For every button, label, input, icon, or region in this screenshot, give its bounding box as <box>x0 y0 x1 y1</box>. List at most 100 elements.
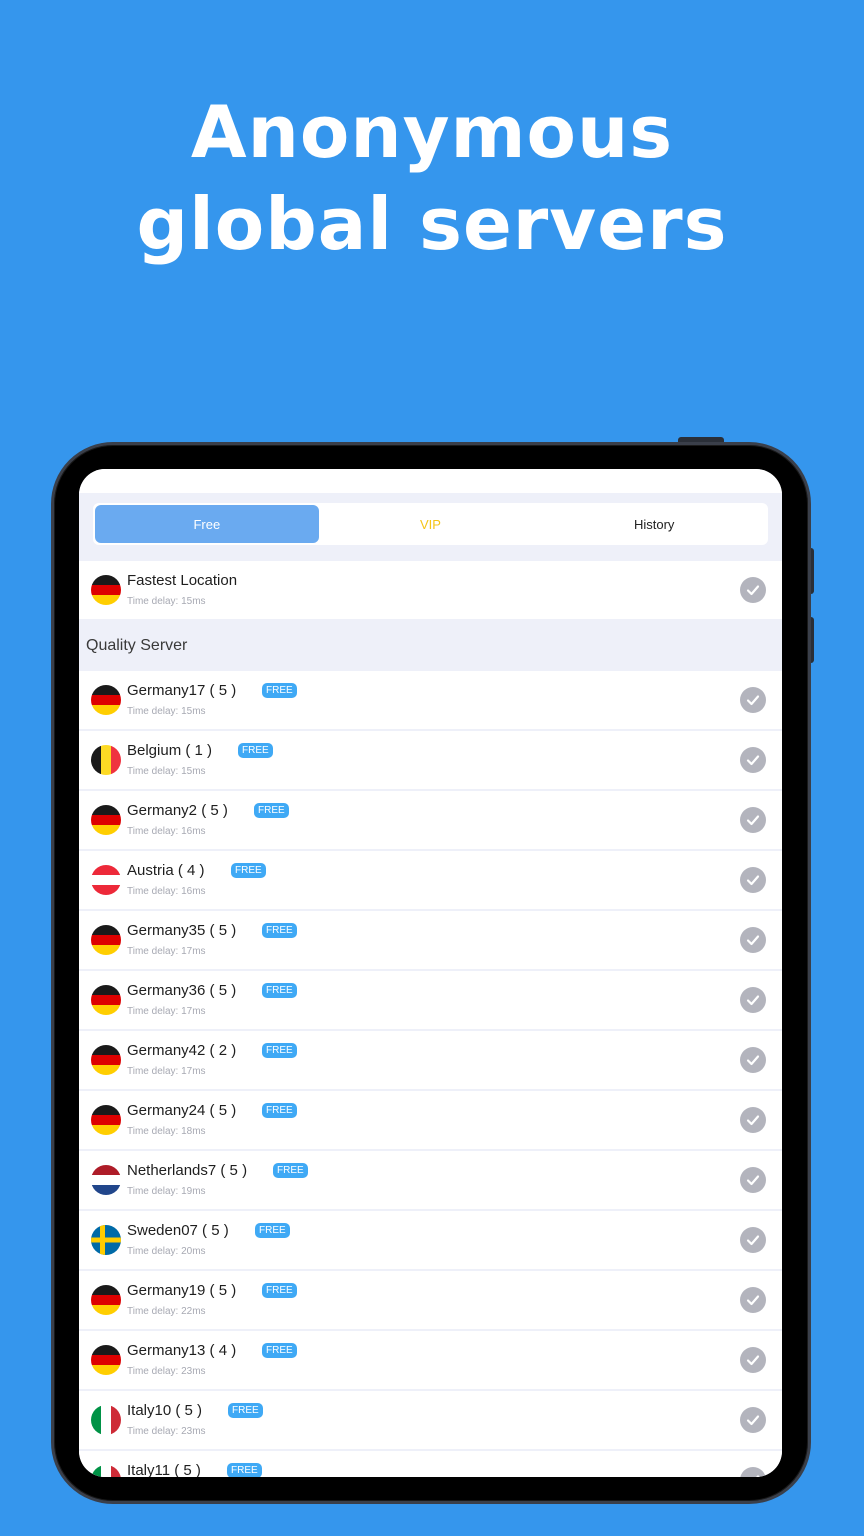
server-name: Germany42 ( 2 ) <box>127 1042 237 1059</box>
germany-flag-icon <box>91 925 121 955</box>
free-badge: FREE <box>262 923 297 938</box>
headline-line1: Anonymous <box>190 90 674 174</box>
server-name: Germany24 ( 5 ) <box>127 1102 237 1119</box>
server-delay: Time delay: 15ms <box>127 766 206 777</box>
server-row[interactable]: Italy10 ( 5 ) FREE Time delay: 23ms <box>79 1391 782 1449</box>
check-icon[interactable] <box>740 747 766 773</box>
server-row[interactable]: Germany2 ( 5 ) FREE Time delay: 16ms <box>79 791 782 849</box>
germany-flag-icon <box>91 985 121 1015</box>
server-list: Germany17 ( 5 ) FREE Time delay: 15ms Belgi… <box>79 671 782 1477</box>
germany-flag-icon <box>91 1105 121 1135</box>
free-badge: FREE <box>238 743 273 758</box>
server-row[interactable]: Germany17 ( 5 ) FREE Time delay: 15ms <box>79 671 782 729</box>
free-badge: FREE <box>228 1403 263 1418</box>
server-row[interactable]: Germany19 ( 5 ) FREE Time delay: 22ms <box>79 1271 782 1329</box>
check-icon[interactable] <box>740 1107 766 1133</box>
server-name: Sweden07 ( 5 ) <box>127 1222 229 1239</box>
check-icon[interactable] <box>740 687 766 713</box>
check-icon[interactable] <box>740 577 766 603</box>
server-delay: Time delay: 17ms <box>127 1066 206 1077</box>
server-delay: Time delay: 16ms <box>127 886 206 897</box>
check-icon[interactable] <box>740 867 766 893</box>
free-badge: FREE <box>254 803 289 818</box>
sweden-flag-icon <box>91 1225 121 1255</box>
server-row[interactable]: Sweden07 ( 5 ) FREE Time delay: 20ms <box>79 1211 782 1269</box>
server-row[interactable]: Netherlands7 ( 5 ) FREE Time delay: 19ms <box>79 1151 782 1209</box>
server-name: Austria ( 4 ) <box>127 862 205 879</box>
germany-flag-icon <box>91 685 121 715</box>
free-badge: FREE <box>262 1043 297 1058</box>
server-name: Belgium ( 1 ) <box>127 742 213 759</box>
check-icon[interactable] <box>740 987 766 1013</box>
check-icon[interactable] <box>740 927 766 953</box>
check-icon[interactable] <box>740 1227 766 1253</box>
server-row[interactable]: Austria ( 4 ) FREE Time delay: 16ms <box>79 851 782 909</box>
server-row[interactable]: Germany35 ( 5 ) FREE Time delay: 17ms <box>79 911 782 969</box>
germany-flag-icon <box>91 1345 121 1375</box>
fastest-location-row[interactable]: Fastest Location Time delay: 15ms <box>79 561 782 619</box>
server-row[interactable]: Germany24 ( 5 ) FREE Time delay: 18ms <box>79 1091 782 1149</box>
server-delay: Time delay: 15ms <box>127 706 206 717</box>
server-row[interactable]: Belgium ( 1 ) FREE Time delay: 15ms <box>79 731 782 789</box>
fastest-location-name: Fastest Location <box>127 572 238 589</box>
server-name: Germany13 ( 4 ) <box>127 1342 237 1359</box>
server-delay: Time delay: 16ms <box>127 826 206 837</box>
check-icon[interactable] <box>740 1347 766 1373</box>
germany-flag-icon <box>91 1045 121 1075</box>
top-bar <box>79 469 782 493</box>
belgium-flag-icon <box>91 745 121 775</box>
server-delay: Time delay: 23ms <box>127 1366 206 1377</box>
free-badge: FREE <box>262 1343 297 1358</box>
germany-flag-icon <box>91 805 121 835</box>
server-name: Netherlands7 ( 5 ) <box>127 1162 248 1179</box>
server-name: Germany36 ( 5 ) <box>127 982 237 999</box>
check-icon[interactable] <box>740 1287 766 1313</box>
server-name: Germany17 ( 5 ) <box>127 682 237 699</box>
germany-flag-icon <box>91 1285 121 1315</box>
fastest-location-delay: Time delay: 15ms <box>127 596 206 607</box>
server-delay: Time delay: 17ms <box>127 1006 206 1017</box>
server-name: Germany2 ( 5 ) <box>127 802 228 819</box>
free-badge: FREE <box>262 983 297 998</box>
headline: Anonymous global servers <box>0 86 864 270</box>
check-icon[interactable] <box>740 1407 766 1433</box>
germany-flag-icon <box>91 575 121 605</box>
check-icon[interactable] <box>740 807 766 833</box>
server-row[interactable]: Germany36 ( 5 ) FREE Time delay: 17ms <box>79 971 782 1029</box>
server-row[interactable]: Germany13 ( 4 ) FREE Time delay: 23ms <box>79 1331 782 1389</box>
server-row[interactable]: Italy11 ( 5 ) FREE <box>79 1451 782 1477</box>
server-delay: Time delay: 19ms <box>127 1186 206 1197</box>
server-name: Germany19 ( 5 ) <box>127 1282 237 1299</box>
server-delay: Time delay: 22ms <box>127 1306 206 1317</box>
section-quality-server: Quality Server <box>79 621 782 671</box>
tab-history[interactable]: History <box>542 505 766 543</box>
check-icon[interactable] <box>740 1047 766 1073</box>
tab-vip[interactable]: VIP <box>319 505 543 543</box>
free-badge: FREE <box>262 683 297 698</box>
tab-bar: Free VIP History <box>79 493 782 561</box>
server-row[interactable]: Germany42 ( 2 ) FREE Time delay: 17ms <box>79 1031 782 1089</box>
server-delay: Time delay: 20ms <box>127 1246 206 1257</box>
server-name: Italy10 ( 5 ) <box>127 1402 203 1419</box>
tabs: Free VIP History <box>93 503 768 545</box>
free-badge: FREE <box>273 1163 308 1178</box>
italy-flag-icon <box>91 1465 121 1477</box>
free-badge: FREE <box>262 1103 297 1118</box>
app-screen: Free VIP History Fastest Location Time d… <box>79 469 782 1477</box>
server-name: Italy11 ( 5 ) <box>127 1462 201 1477</box>
check-icon[interactable] <box>740 1467 766 1477</box>
netherlands-flag-icon <box>91 1165 121 1195</box>
austria-flag-icon <box>91 865 121 895</box>
free-badge: FREE <box>227 1463 262 1477</box>
tab-free[interactable]: Free <box>95 505 319 543</box>
free-badge: FREE <box>255 1223 290 1238</box>
server-delay: Time delay: 18ms <box>127 1126 206 1137</box>
check-icon[interactable] <box>740 1167 766 1193</box>
server-delay: Time delay: 17ms <box>127 946 206 957</box>
italy-flag-icon <box>91 1405 121 1435</box>
free-badge: FREE <box>231 863 266 878</box>
server-name: Germany35 ( 5 ) <box>127 922 237 939</box>
free-badge: FREE <box>262 1283 297 1298</box>
server-delay: Time delay: 23ms <box>127 1426 206 1437</box>
headline-line2: global servers <box>136 182 728 266</box>
